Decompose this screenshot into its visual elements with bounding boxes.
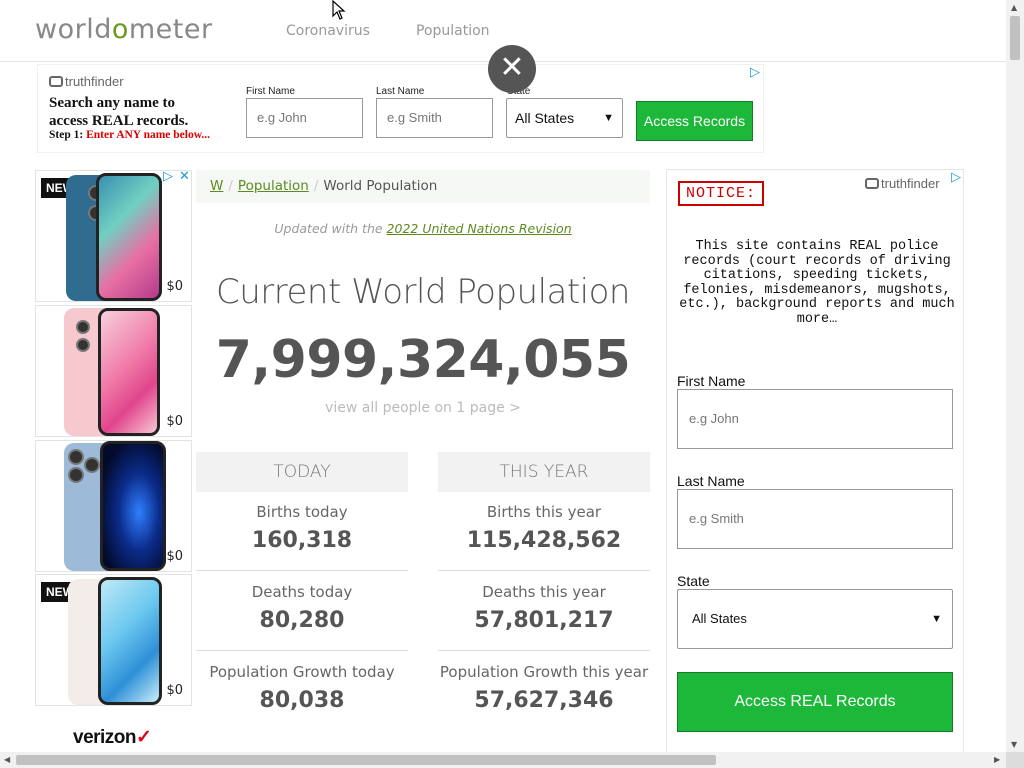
chevron-down-icon: ▼ [931, 613, 942, 625]
camera-lens [76, 320, 90, 334]
right-sidebar-ad: NOTICE: truthfinder ▷ This site contains… [666, 169, 964, 759]
births-year-label: Births this year [486, 503, 602, 521]
price-label: $0 [166, 414, 183, 429]
chevron-down-icon: ▼ [603, 112, 614, 124]
divider [438, 650, 650, 651]
phone-image [98, 577, 162, 705]
first-name-label: First Name [246, 86, 295, 97]
access-real-records-button[interactable]: Access REAL Records [677, 672, 953, 732]
growth-today-value: 80,038 [259, 688, 345, 713]
scroll-up-icon[interactable]: ▲ [1011, 3, 1017, 12]
phone-image [100, 441, 166, 571]
breadcrumb-current: World Population [323, 178, 438, 194]
scrollbar-corner [1006, 752, 1024, 768]
births-year-value: 115,428,562 [466, 528, 622, 553]
last-name-field[interactable]: e.g Smith [376, 98, 493, 138]
last-name-label: Last Name [677, 473, 745, 489]
truthfinder-logo: truthfinder [865, 176, 940, 191]
ad-step-text: Step 1: Enter ANY name below... [49, 129, 211, 141]
vertical-scrollbar[interactable]: ▲ ▼ [1006, 0, 1024, 752]
adchoices-icon[interactable]: ▷ [163, 169, 173, 184]
phone-ad-item[interactable]: $0 [35, 440, 192, 572]
births-today-value: 160,318 [251, 528, 353, 553]
mouse-cursor-icon [332, 0, 346, 20]
phone-ad-item[interactable]: NEW $0 [35, 170, 192, 302]
camera-lens [84, 457, 100, 473]
growth-year-label: Population Growth this year [439, 663, 649, 681]
close-ad-button[interactable]: ✕ [488, 45, 536, 93]
deaths-year-label: Deaths this year [482, 583, 606, 601]
scrollbar-thumb[interactable] [1010, 16, 1020, 60]
adchoices-icon[interactable]: ▷ [750, 65, 760, 80]
scroll-left-icon[interactable]: ◀ [4, 755, 10, 764]
scroll-right-icon[interactable]: ▶ [994, 755, 1000, 764]
phone-ad-item[interactable]: NEW $0 [35, 574, 192, 706]
first-name-field[interactable]: e.g John [246, 98, 363, 138]
today-header: TODAY [196, 452, 408, 492]
deaths-today-label: Deaths today [251, 583, 353, 601]
camera-lens [76, 338, 90, 352]
camera-lens [68, 467, 84, 483]
scrollbar-thumb[interactable] [16, 755, 716, 765]
this-year-header: THIS YEAR [438, 452, 650, 492]
growth-today-label: Population Growth today [209, 663, 395, 681]
page-title: Current World Population [216, 272, 630, 312]
view-all-people-link[interactable]: view all people on 1 page > [196, 400, 650, 416]
breadcrumb: W / Population / World Population [196, 170, 650, 203]
state-select[interactable]: All States ▼ [506, 98, 623, 138]
last-name-field[interactable]: e.g Smith [677, 489, 953, 549]
first-name-label: First Name [677, 373, 746, 389]
population-counter: 7,999,324,055 [215, 330, 631, 390]
phone-image [96, 173, 162, 301]
notice-label: NOTICE: [678, 181, 765, 206]
nav-population[interactable]: Population [416, 23, 490, 39]
truthfinder-logo: truthfinder [49, 74, 124, 89]
state-select[interactable]: All States ▼ [677, 589, 953, 649]
verizon-logo: verizon✓ [73, 727, 152, 748]
truthfinder-icon [865, 178, 879, 189]
phone-image [98, 308, 160, 436]
un-revision-link[interactable]: 2022 United Nations Revision [387, 221, 572, 236]
divider [438, 570, 650, 571]
nav-coronavirus[interactable]: Coronavirus [286, 23, 370, 39]
births-today-label: Births today [256, 503, 348, 521]
divider [196, 570, 408, 571]
adchoices-icon[interactable]: ▷ [951, 170, 961, 185]
worldometer-logo[interactable]: worldometer [35, 14, 213, 45]
close-icon: ✕ [499, 50, 525, 85]
price-label: $0 [166, 549, 183, 564]
ad-close-icon[interactable]: ✕ [179, 169, 190, 184]
last-name-label: Last Name [376, 86, 425, 97]
camera-lens [68, 449, 84, 465]
breadcrumb-home[interactable]: W [210, 178, 223, 194]
growth-year-value: 57,627,346 [474, 688, 614, 713]
notice-text: This site contains REAL police records (… [679, 239, 955, 327]
price-label: $0 [166, 683, 183, 698]
state-label: State [677, 573, 710, 589]
ad-headline: Search any name to access REAL records. [49, 95, 189, 129]
breadcrumb-population[interactable]: Population [238, 178, 309, 194]
access-records-button[interactable]: Access Records [636, 101, 753, 141]
first-name-field[interactable]: e.g John [677, 389, 953, 449]
deaths-today-value: 80,280 [259, 608, 345, 633]
price-label: $0 [166, 279, 183, 294]
top-banner-ad: truthfinder Search any name to access REA… [37, 64, 764, 153]
divider [196, 650, 408, 651]
scroll-down-icon[interactable]: ▼ [1011, 740, 1017, 749]
browser-viewport: { "header": { "logo_prefix": "world", "l… [0, 0, 1024, 768]
truthfinder-icon [49, 76, 63, 87]
update-notice: Updated with the 2022 United Nations Rev… [274, 221, 572, 236]
horizontal-scrollbar[interactable]: ◀ ▶ [0, 752, 1006, 768]
deaths-year-value: 57,801,217 [474, 608, 614, 633]
phone-ad-item[interactable]: $0 [35, 305, 192, 437]
